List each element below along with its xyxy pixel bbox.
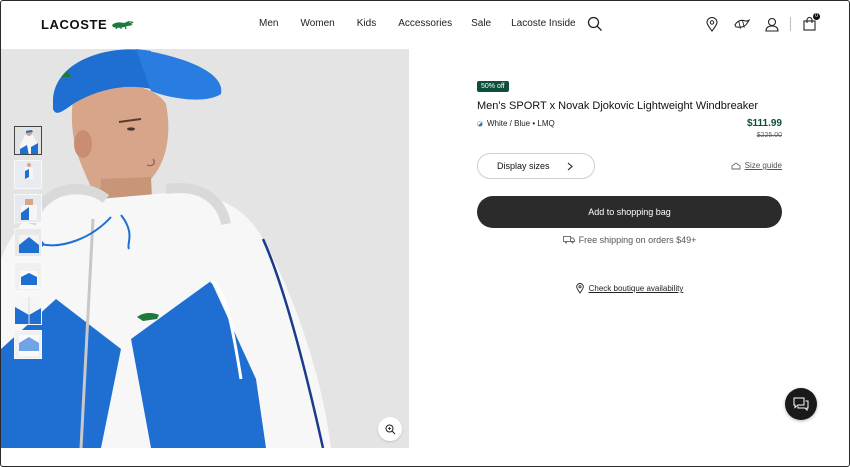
site-header: LACOSTE Men Women Kids Accessories Sale … (1, 1, 849, 49)
bag-count-badge: 0 (813, 13, 820, 20)
product-gallery[interactable] (1, 49, 409, 448)
thumbnail-6[interactable] (14, 296, 42, 325)
thumbnail-7[interactable] (14, 330, 42, 359)
zoom-button[interactable] (378, 417, 402, 441)
product-title: Men's SPORT x Novak Djokovic Lightweight… (477, 100, 759, 112)
thumbnail-strip (14, 126, 42, 359)
crocodile-logo-icon (112, 21, 135, 30)
thumbnail-2[interactable] (14, 160, 42, 189)
add-to-bag-label: Add to shopping bag (588, 207, 671, 217)
thumbnail-5[interactable] (14, 262, 42, 291)
nav-item-sale[interactable]: Sale (471, 18, 491, 29)
chat-icon (793, 397, 809, 411)
current-price: $111.99 (746, 118, 782, 129)
truck-icon (562, 236, 575, 244)
color-swatch-icon (477, 120, 483, 127)
chevron-right-icon (567, 162, 573, 171)
account-icon[interactable] (764, 16, 780, 32)
nav-item-women[interactable]: Women (300, 18, 334, 29)
boutique-link-label: Check boutique availability (588, 284, 684, 293)
product-image (1, 49, 409, 448)
main-nav: Men Women Kids Accessories Sale Lacoste … (259, 18, 576, 29)
shopping-bag-button[interactable]: 0 (801, 13, 820, 32)
display-sizes-label: Display sizes (497, 161, 550, 171)
page: LACOSTE Men Women Kids Accessories Sale … (0, 0, 850, 467)
original-price: $225.00 (756, 132, 782, 139)
display-sizes-button[interactable]: Display sizes (477, 153, 595, 179)
thumbnail-4[interactable] (14, 228, 42, 257)
boutique-availability-link[interactable]: Check boutique availability (477, 283, 782, 294)
header-actions: 0 (704, 13, 820, 32)
shipping-info: Free shipping on orders $49+ (477, 235, 782, 245)
thumbnail-1[interactable] (14, 126, 42, 155)
nav-item-accessories[interactable]: Accessories (398, 18, 452, 29)
nav-item-lacoste-inside[interactable]: Lacoste Inside (511, 18, 576, 29)
zoom-icon (385, 424, 395, 434)
thumbnail-3[interactable] (14, 194, 42, 223)
logo-text: LACOSTE (41, 17, 108, 32)
store-locator-icon[interactable] (704, 16, 720, 32)
search-icon[interactable] (587, 16, 603, 37)
location-pin-icon (575, 283, 584, 294)
loyalty-icon[interactable] (734, 16, 750, 32)
header-divider (790, 17, 791, 31)
color-selector[interactable]: White / Blue • LMQ (477, 119, 555, 128)
shipping-text: Free shipping on orders $49+ (578, 235, 697, 245)
chat-button[interactable] (785, 388, 817, 420)
product-info: 50% off Men's SPORT x Novak Djokovic Lig… (477, 75, 782, 294)
add-to-bag-button[interactable]: Add to shopping bag (477, 196, 782, 228)
nav-item-men[interactable]: Men (259, 18, 278, 29)
nav-item-kids[interactable]: Kids (357, 18, 376, 29)
ruler-icon (731, 161, 741, 169)
size-guide-link[interactable]: Size guide (731, 161, 782, 170)
discount-badge: 50% off (477, 81, 509, 92)
color-label: White / Blue • LMQ (487, 119, 555, 128)
size-guide-label: Size guide (744, 161, 782, 170)
lacoste-logo[interactable]: LACOSTE (41, 17, 135, 32)
